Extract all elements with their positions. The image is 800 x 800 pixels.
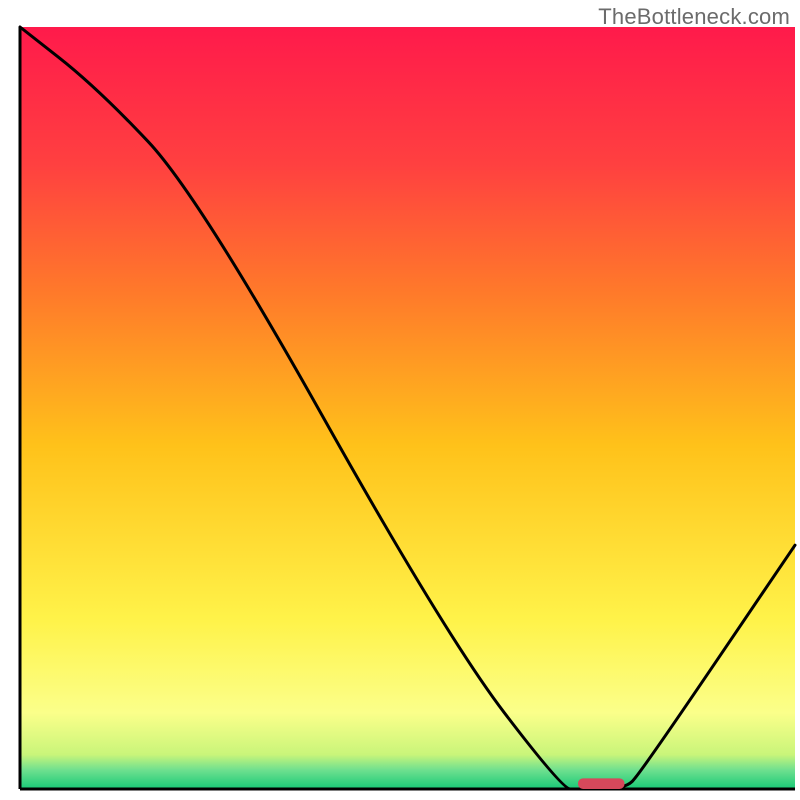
plot-background (20, 27, 795, 789)
watermark-text: TheBottleneck.com (598, 4, 790, 30)
bottleneck-chart (0, 0, 800, 800)
optimal-marker (578, 778, 625, 789)
